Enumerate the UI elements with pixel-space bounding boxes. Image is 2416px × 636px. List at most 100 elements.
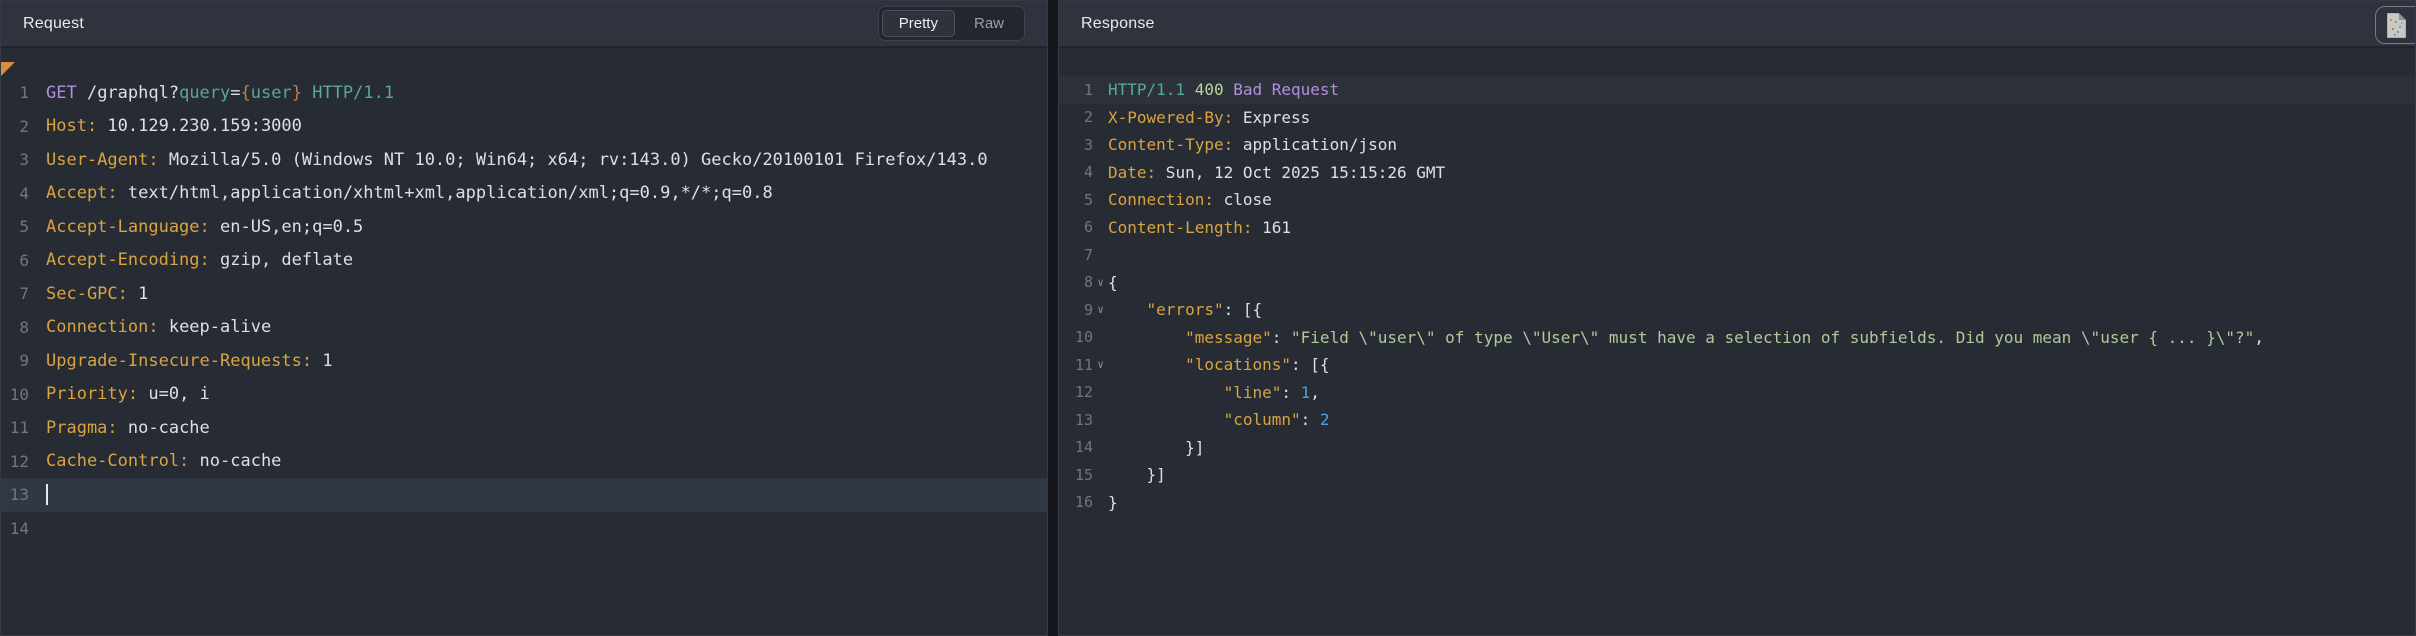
- line-number: 16: [1074, 493, 1093, 512]
- code-text: }]: [1108, 437, 1205, 457]
- http-message-viewer: Request Pretty Raw 1 GET /graphql?query={u…: [0, 0, 2416, 636]
- code-line[interactable]: 15 }]: [1059, 461, 2415, 489]
- code-line[interactable]: 2 X-Powered-By: Express: [1059, 104, 2415, 132]
- line-number: 4: [1083, 163, 1093, 182]
- code-text: "locations": [{: [1185, 355, 1330, 375]
- code-text: GET /graphql?query={user} HTTP/1.1: [46, 82, 395, 103]
- panel-divider[interactable]: [1048, 0, 1058, 636]
- line-number: 8: [19, 317, 29, 337]
- line-number: 1: [1083, 80, 1093, 99]
- code-line[interactable]: 14 }]: [1059, 434, 2415, 462]
- code-text: Date: Sun, 12 Oct 2025 15:15:26 GMT: [1108, 162, 1446, 182]
- line-number: 10: [9, 384, 29, 404]
- code-text: }]: [1108, 465, 1166, 485]
- line-number: 14: [1074, 438, 1093, 457]
- fold-collapse-icon[interactable]: ∨: [1093, 358, 1108, 371]
- code-line[interactable]: 3 Content-Type: application/json: [1059, 131, 2415, 159]
- line-number: 7: [19, 284, 29, 304]
- line-number: 13: [9, 485, 29, 505]
- code-text: User-Agent: Mozilla/5.0 (Windows NT 10.0…: [46, 149, 988, 170]
- line-number: 5: [19, 217, 29, 237]
- request-editor[interactable]: 1 GET /graphql?query={user} HTTP/1.1 2 Host…: [1, 48, 1047, 635]
- code-line[interactable]: 10 "message": "Field \"user\" of type \"…: [1059, 324, 2415, 352]
- code-text: Host: 10.129.230.159:3000: [46, 116, 302, 137]
- line-number: 5: [1083, 190, 1093, 209]
- code-line[interactable]: 3 User-Agent: Mozilla/5.0 (Windows NT 10.…: [1, 143, 1047, 177]
- line-number: 2: [1083, 108, 1093, 127]
- code-text: "errors": [{: [1146, 300, 1263, 320]
- pretty-raw-toggle: Pretty Raw: [877, 6, 1025, 41]
- code-line[interactable]: 9 Upgrade-Insecure-Requests: 1: [1, 344, 1047, 378]
- code-text: X-Powered-By: Express: [1108, 107, 1311, 127]
- code-line[interactable]: 7: [1059, 241, 2415, 269]
- code-line[interactable]: 5 Accept-Language: en-US,en;q=0.5: [1, 210, 1047, 244]
- request-panel-title: Request: [23, 14, 84, 32]
- code-text: Priority: u=0, i: [46, 384, 210, 405]
- line-number: 2: [19, 116, 29, 136]
- code-line[interactable]: 9 ∨ "errors": [{: [1059, 296, 2415, 324]
- line-number: 11: [9, 418, 29, 438]
- response-panel: Response 1 HTTP/1.1 400 Bad Request 2 X-Pow…: [1058, 0, 2416, 636]
- code-text: HTTP/1.1 400 Bad Request: [1108, 80, 1340, 100]
- code-line[interactable]: 10 Priority: u=0, i: [1, 378, 1047, 412]
- line-number: 9: [19, 351, 29, 371]
- code-text: Upgrade-Insecure-Requests: 1: [46, 350, 333, 371]
- code-text: Pragma: no-cache: [46, 417, 210, 438]
- line-number: 7: [1083, 245, 1093, 264]
- line-number: 15: [1074, 465, 1093, 484]
- line-number: 10: [1074, 328, 1093, 347]
- line-number: 13: [1074, 410, 1093, 429]
- code-line[interactable]: 6 Content-Length: 161: [1059, 214, 2415, 242]
- code-text: {: [1108, 272, 1118, 292]
- code-line[interactable]: 11 ∨ "locations": [{: [1059, 351, 2415, 379]
- code-line[interactable]: 1 HTTP/1.1 400 Bad Request: [1059, 76, 2415, 104]
- document-icon: [2387, 13, 2406, 38]
- line-number: 3: [1083, 135, 1093, 154]
- code-line[interactable]: 6 Accept-Encoding: gzip, deflate: [1, 244, 1047, 278]
- code-line[interactable]: 4 Accept: text/html,application/xhtml+xml…: [1, 177, 1047, 211]
- code-text: [46, 484, 48, 506]
- code-line[interactable]: 16}: [1059, 489, 2415, 517]
- code-line[interactable]: 1 GET /graphql?query={user} HTTP/1.1: [1, 76, 1047, 110]
- line-number: 6: [19, 250, 29, 270]
- tab-raw[interactable]: Raw: [957, 10, 1021, 37]
- code-line[interactable]: 13: [1, 478, 1047, 512]
- code-text: "column": 2: [1223, 410, 1330, 430]
- line-number: 12: [9, 451, 29, 471]
- code-line[interactable]: 7 Sec-GPC: 1: [1, 277, 1047, 311]
- code-line[interactable]: 5 Connection: close: [1059, 186, 2415, 214]
- code-text: Accept-Language: en-US,en;q=0.5: [46, 216, 364, 237]
- text-caret: [46, 484, 48, 506]
- code-text: Connection: close: [1108, 190, 1272, 210]
- tab-pretty[interactable]: Pretty: [881, 10, 955, 37]
- code-line[interactable]: 8 ∨{: [1059, 269, 2415, 297]
- request-panel-header: Request Pretty Raw: [1, 1, 1047, 48]
- code-text: Connection: keep-alive: [46, 317, 272, 338]
- request-panel: Request Pretty Raw 1 GET /graphql?query={u…: [0, 0, 1048, 636]
- fold-collapse-icon[interactable]: ∨: [1093, 303, 1108, 316]
- code-line[interactable]: 12 "line": 1,: [1059, 379, 2415, 407]
- code-line[interactable]: 8 Connection: keep-alive: [1, 311, 1047, 345]
- line-number: 1: [19, 83, 29, 103]
- code-text: Content-Type: application/json: [1108, 135, 1397, 155]
- code-text: Accept: text/html,application/xhtml+xml,…: [46, 183, 773, 204]
- response-editor[interactable]: 1 HTTP/1.1 400 Bad Request 2 X-Powered-By: …: [1059, 48, 2415, 635]
- code-text: Content-Length: 161: [1108, 217, 1292, 237]
- code-text: Sec-GPC: 1: [46, 283, 149, 304]
- code-line[interactable]: 14: [1, 512, 1047, 546]
- code-text: Cache-Control: no-cache: [46, 451, 282, 472]
- line-number: 14: [9, 518, 29, 538]
- code-line[interactable]: 11 Pragma: no-cache: [1, 411, 1047, 445]
- code-line[interactable]: 2 Host: 10.129.230.159:3000: [1, 110, 1047, 144]
- code-text: Accept-Encoding: gzip, deflate: [46, 250, 354, 271]
- line-number: 8: [1083, 273, 1093, 292]
- fold-collapse-icon[interactable]: ∨: [1093, 276, 1108, 289]
- code-line[interactable]: 12 Cache-Control: no-cache: [1, 445, 1047, 479]
- code-line[interactable]: 13 "column": 2: [1059, 406, 2415, 434]
- code-line[interactable]: 4 Date: Sun, 12 Oct 2025 15:15:26 GMT: [1059, 159, 2415, 187]
- line-number: 9: [1083, 300, 1093, 319]
- line-number: 11: [1074, 355, 1093, 374]
- line-number: 3: [19, 150, 29, 170]
- line-number: 4: [19, 183, 29, 203]
- render-document-button[interactable]: [2375, 6, 2415, 44]
